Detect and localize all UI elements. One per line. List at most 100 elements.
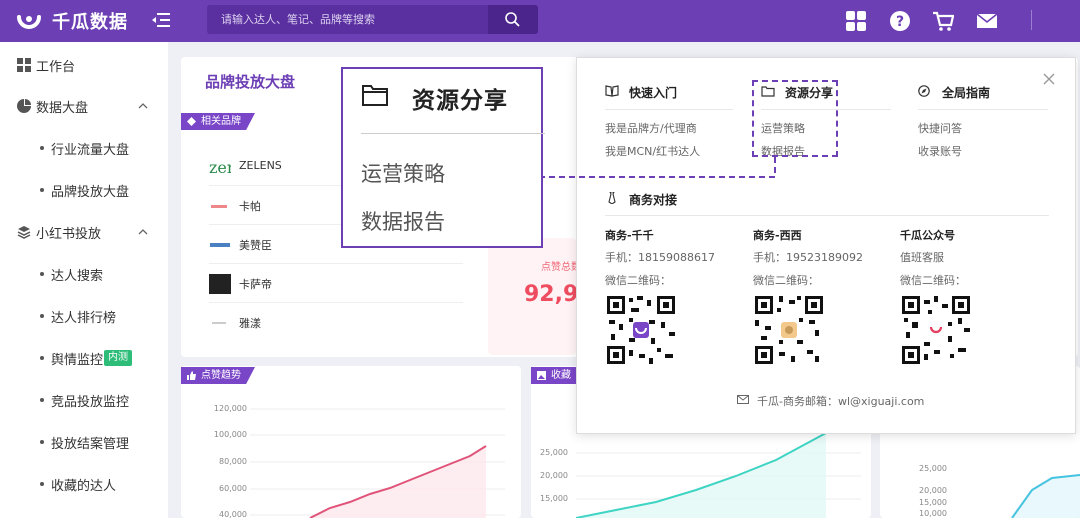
layers-icon xyxy=(17,226,31,239)
brand-name: 卡帕 xyxy=(239,200,261,213)
bullet-icon xyxy=(40,482,44,486)
sidebar-item-label: 达人排行榜 xyxy=(51,311,117,326)
sidebar-item-data-dashboard[interactable]: 数据大盘 xyxy=(0,97,168,117)
book-icon xyxy=(605,85,619,97)
axis-tick-label: 10,000 xyxy=(919,509,947,518)
image-icon xyxy=(537,371,546,380)
svg-text:zer: zer xyxy=(209,158,231,177)
bullet-icon xyxy=(40,314,44,318)
brand-name: ZELENS xyxy=(239,159,282,172)
contact-name: 商务-西西 xyxy=(753,229,802,242)
apps-icon[interactable] xyxy=(845,10,867,32)
sidebar: 工作台 数据大盘 行业流量大盘 品牌投放大盘 小红书投放 达人搜索 达人排行榜 … xyxy=(0,42,168,518)
brand-name: 美赞臣 xyxy=(239,239,272,252)
tag-label: 点赞趋势 xyxy=(201,370,241,381)
collect-trend-chart xyxy=(576,432,861,518)
qiangua-logo-icon[interactable] xyxy=(16,8,42,34)
qr-code-icon xyxy=(753,294,825,366)
page-title: 品牌投放大盘 xyxy=(205,73,296,91)
thumbs-up-icon xyxy=(187,371,196,380)
brand-row-avene[interactable]: 雅漾 xyxy=(209,304,463,342)
contact-wechat-label: 微信二维码： xyxy=(753,274,819,287)
resource-share-zoom-callout: 资源分享 运营策略 数据报告 xyxy=(341,67,545,248)
section-title: 全局指南 xyxy=(942,86,991,100)
sidebar-item-label: 工作台 xyxy=(36,60,76,75)
search-input[interactable] xyxy=(207,5,487,34)
stat-label: 点赞总数 xyxy=(541,262,581,273)
axis-tick-label: 25,000 xyxy=(919,464,947,473)
mail-icon[interactable] xyxy=(976,10,998,32)
contact-wechat-label: 微信二维码： xyxy=(605,274,671,287)
chevron-up-icon xyxy=(138,103,148,109)
section-title: 商务对接 xyxy=(629,193,678,207)
axis-tick-label: 80,000 xyxy=(219,457,247,466)
search-icon xyxy=(505,12,520,27)
sidebar-item-label: 投放结案管理 xyxy=(51,437,130,452)
likes-trend-tag: 点赞趋势 xyxy=(181,367,255,384)
axis-tick-label: 15,000 xyxy=(919,498,947,507)
section-divider xyxy=(605,109,733,110)
sidebar-item-label: 收藏的达人 xyxy=(51,479,117,494)
sidebar-item-label: 达人搜索 xyxy=(51,269,104,284)
kappa-logo-icon xyxy=(211,205,227,208)
tie-icon xyxy=(608,192,616,204)
mail-outline-icon xyxy=(737,395,749,404)
global-search xyxy=(207,5,538,34)
axis-tick-label: 15,000 xyxy=(540,494,568,503)
contact-phone: 值班客服 xyxy=(900,251,944,264)
sidebar-item-label: 舆情监控 xyxy=(51,353,104,368)
sidebar-item-label: 行业流量大盘 xyxy=(51,143,130,158)
help-icon[interactable]: ? xyxy=(889,10,911,32)
chevron-up-icon xyxy=(138,229,148,235)
zoom-divider xyxy=(361,133,545,134)
axis-tick-label: 20,000 xyxy=(540,471,568,480)
section-title: 快速入门 xyxy=(629,86,678,100)
brand-row-casarte[interactable]: 卡萨帝 xyxy=(209,265,463,303)
axis-tick-label: 25,000 xyxy=(540,448,568,457)
likes-trend-chart xyxy=(250,408,505,518)
contact-name: 商务-千千 xyxy=(605,229,654,242)
link-faq[interactable]: 快捷问答 xyxy=(918,120,962,136)
tag-label: 相关品牌 xyxy=(201,116,241,127)
app-name[interactable]: 千瓜数据 xyxy=(52,8,128,34)
contact-phone: 手机：19523189092 xyxy=(753,251,863,264)
callout-connector xyxy=(543,157,776,178)
sidebar-item-workbench[interactable]: 工作台 xyxy=(0,56,168,76)
link-brand-agency[interactable]: 我是品牌方/代理商 xyxy=(605,120,697,136)
svg-text:?: ? xyxy=(896,14,904,30)
related-brands-tag: 相关品牌 xyxy=(181,113,255,130)
axis-tick-label: 20,000 xyxy=(919,486,947,495)
zelens-logo-icon: zer xyxy=(209,158,231,177)
sidebar-item-label: 数据大盘 xyxy=(36,101,89,116)
top-header: 千瓜数据 ? xyxy=(0,0,1080,42)
meadjohnson-logo-icon xyxy=(210,243,230,247)
search-button[interactable] xyxy=(488,5,538,34)
sidebar-item-label: 小红书投放 xyxy=(36,227,102,242)
close-icon[interactable] xyxy=(1043,73,1055,85)
sidebar-item-label: 品牌投放大盘 xyxy=(51,185,130,200)
compass-icon xyxy=(918,85,930,97)
section-divider xyxy=(918,109,1048,110)
bullet-icon xyxy=(40,356,44,360)
menu-collapse-icon[interactable] xyxy=(152,12,170,28)
link-indexed-accounts[interactable]: 收录账号 xyxy=(918,143,962,159)
brand-name: 雅漾 xyxy=(239,317,261,330)
diamond-icon xyxy=(187,117,196,126)
contact-wechat-label: 微信二维码： xyxy=(900,274,966,287)
bullet-icon xyxy=(40,146,44,150)
sidebar-item-xhs-ads[interactable]: 小红书投放 xyxy=(0,223,168,243)
zoom-link-operations-strategy[interactable]: 运营策略 xyxy=(361,158,445,188)
folder-icon xyxy=(362,85,388,106)
section-divider xyxy=(605,215,1049,216)
third-trend-chart xyxy=(1011,474,1080,518)
axis-tick-label: 40,000 xyxy=(219,510,247,518)
header-divider xyxy=(1031,10,1032,30)
bullet-icon xyxy=(40,398,44,402)
cart-icon[interactable] xyxy=(932,10,954,32)
contact-phone: 手机：18159088617 xyxy=(605,251,715,264)
zoom-link-data-report[interactable]: 数据报告 xyxy=(361,206,445,236)
axis-tick-label: 100,000 xyxy=(213,430,247,439)
zoom-title: 资源分享 xyxy=(412,88,508,114)
contact-name: 千瓜公众号 xyxy=(900,229,955,242)
bullet-icon xyxy=(40,440,44,444)
